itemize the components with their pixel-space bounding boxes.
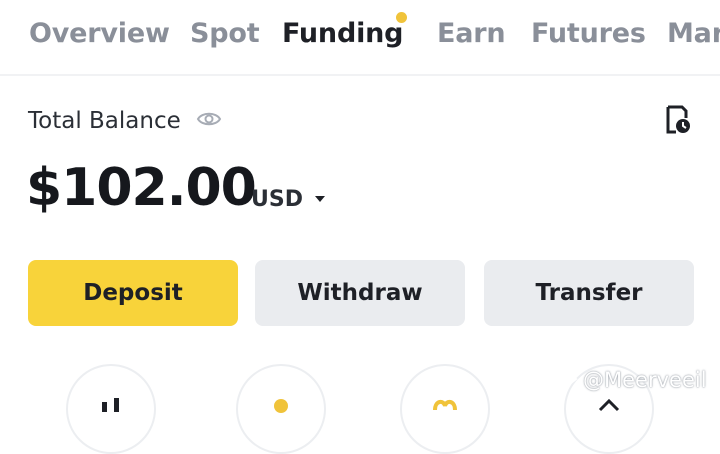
tab-funding[interactable]: Funding [282,18,403,49]
transfer-button[interactable]: Transfer [484,260,694,326]
caret-down-icon[interactable] [313,194,327,204]
watermark: @Meerveeil [553,368,707,392]
withdraw-button[interactable]: Withdraw [255,260,465,326]
tabs-divider [0,74,720,76]
quick-action-4-icon [598,398,620,412]
balance-amount: $102.00 [26,158,257,218]
tab-futures[interactable]: Futures [531,18,646,49]
diamond-logo-icon [554,371,578,389]
total-balance-label: Total Balance [28,108,181,134]
tab-spot[interactable]: Spot [190,18,260,49]
tab-margin[interactable]: Mar [667,18,720,49]
quick-action-2-icon [274,399,288,413]
history-icon[interactable] [664,104,692,136]
tab-overview[interactable]: Overview [29,18,170,49]
quick-action-1[interactable] [66,364,156,454]
tab-earn[interactable]: Earn [437,18,506,49]
notification-dot [396,12,407,23]
wallet-tabs: Overview Spot Funding Earn Futures Mar [0,0,720,74]
quick-action-1-icon [102,398,119,412]
eye-icon[interactable] [196,109,222,129]
quick-action-3-icon [433,399,457,411]
quick-action-3[interactable] [400,364,490,454]
quick-action-2[interactable] [236,364,326,454]
currency-selector[interactable]: USD [251,187,303,212]
deposit-button[interactable]: Deposit [28,260,238,326]
watermark-text: @Meerveeil [583,368,707,392]
